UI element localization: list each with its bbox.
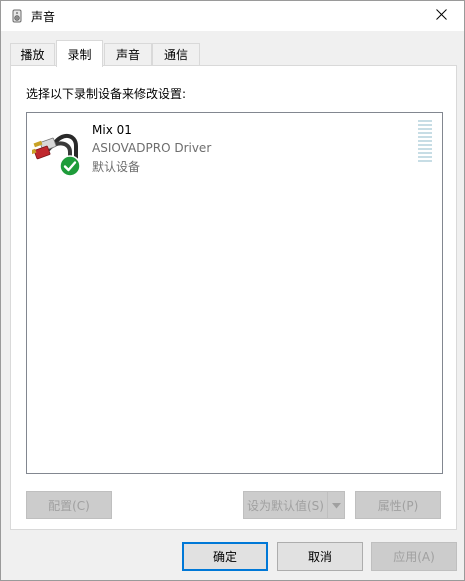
- device-driver: ASIOVADPRO Driver: [92, 141, 212, 155]
- tab-label: 播放: [20, 48, 45, 62]
- apply-button[interactable]: 应用(A): [371, 542, 457, 571]
- tab-label: 声音: [115, 48, 140, 62]
- instruction-text: 选择以下录制设备来修改设置:: [26, 87, 187, 101]
- title-bar: 声音: [1, 1, 464, 31]
- speaker-icon: [10, 9, 24, 23]
- properties-button[interactable]: 属性(P): [355, 491, 441, 519]
- device-status: 默认设备: [92, 160, 141, 174]
- rca-cable-icon: [27, 128, 84, 178]
- sound-dialog: 声音 播放 录制 声音 通信 选择以下录制设备来修改设置: Mix 01 ASI…: [0, 0, 465, 581]
- level-meter: [418, 120, 432, 162]
- tab-label: 通信: [163, 48, 188, 62]
- close-button[interactable]: [418, 1, 464, 31]
- recording-panel: 选择以下录制设备来修改设置: Mix 01 ASIOVADPRO Driver …: [10, 65, 457, 530]
- device-name: Mix 01: [92, 123, 132, 137]
- default-check-icon: [59, 155, 81, 177]
- tab-sounds[interactable]: 声音: [104, 43, 152, 65]
- set-default-dropdown[interactable]: [327, 491, 345, 519]
- list-item[interactable]: Mix 01 ASIOVADPRO Driver 默认设备: [27, 114, 441, 177]
- configure-button[interactable]: 配置(C): [26, 491, 112, 519]
- dropdown-arrow-icon: [331, 498, 341, 512]
- cancel-button[interactable]: 取消: [277, 542, 363, 571]
- tab-communications[interactable]: 通信: [152, 43, 200, 65]
- window-title: 声音: [31, 10, 56, 24]
- device-list[interactable]: Mix 01 ASIOVADPRO Driver 默认设备: [26, 112, 443, 474]
- set-default-button[interactable]: 设为默认值(S): [243, 491, 328, 519]
- tab-label: 录制: [67, 47, 92, 62]
- close-icon: [435, 9, 447, 23]
- tab-recording[interactable]: 录制: [56, 40, 103, 67]
- tab-playback[interactable]: 播放: [10, 43, 55, 65]
- ok-button[interactable]: 确定: [182, 542, 268, 571]
